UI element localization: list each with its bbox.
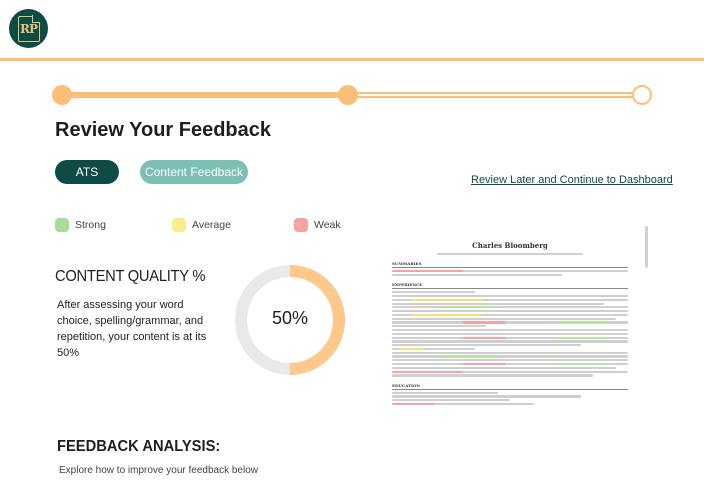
legend-label-average: Average xyxy=(192,219,231,231)
resume-section-heading: EDUCATION xyxy=(392,383,628,390)
progress-step-3 xyxy=(632,85,652,105)
resume-name: Charles Bloomberg xyxy=(472,241,548,250)
resume-preview[interactable]: Charles Bloomberg SUMMARIES EXPERIENCE E… xyxy=(388,231,632,486)
content-quality-title: CONTENT QUALITY % xyxy=(55,268,206,285)
resume-section-heading: SUMMARIES xyxy=(392,261,628,269)
legend-label-weak: Weak xyxy=(314,219,341,231)
progress-stepper xyxy=(52,84,654,106)
tab-ats[interactable]: ATS xyxy=(55,160,119,184)
legend-strong: Strong xyxy=(55,218,106,232)
tab-content-feedback[interactable]: Content Feedback xyxy=(140,160,248,184)
legend-label-strong: Strong xyxy=(75,219,106,231)
feedback-analysis-description: Explore how to improve your feedback bel… xyxy=(59,465,258,476)
resume-section-heading: EXPERIENCE xyxy=(392,282,628,290)
legend-swatch-average xyxy=(172,218,186,232)
progress-step-1 xyxy=(52,85,72,105)
document-icon: RP xyxy=(17,15,40,42)
legend-weak: Weak xyxy=(294,218,341,232)
legend-swatch-weak xyxy=(294,218,308,232)
logo-text: RP xyxy=(20,21,38,36)
legend-average: Average xyxy=(172,218,231,232)
content-quality-percent: 50% xyxy=(271,308,309,328)
feedback-analysis-title: FEEDBACK ANALYSIS: xyxy=(57,438,221,455)
resume-section-summaries: SUMMARIES xyxy=(392,261,628,277)
logo[interactable]: RP xyxy=(9,9,48,48)
review-later-link[interactable]: Review Later and Continue to Dashboard xyxy=(471,174,673,186)
header-divider xyxy=(0,58,704,61)
content-quality-description: After assessing your word choice, spelli… xyxy=(57,299,207,359)
resume-contact xyxy=(388,253,632,256)
resume-scrollbar[interactable] xyxy=(645,226,648,268)
progress-track-complete xyxy=(62,92,348,98)
legend-swatch-strong xyxy=(55,218,69,232)
resume-section-experience: EXPERIENCE xyxy=(392,282,628,377)
page-title: Review Your Feedback xyxy=(55,119,272,141)
progress-track-remaining xyxy=(348,92,642,98)
resume-section-education: EDUCATION xyxy=(392,383,628,406)
progress-step-2 xyxy=(338,85,358,105)
